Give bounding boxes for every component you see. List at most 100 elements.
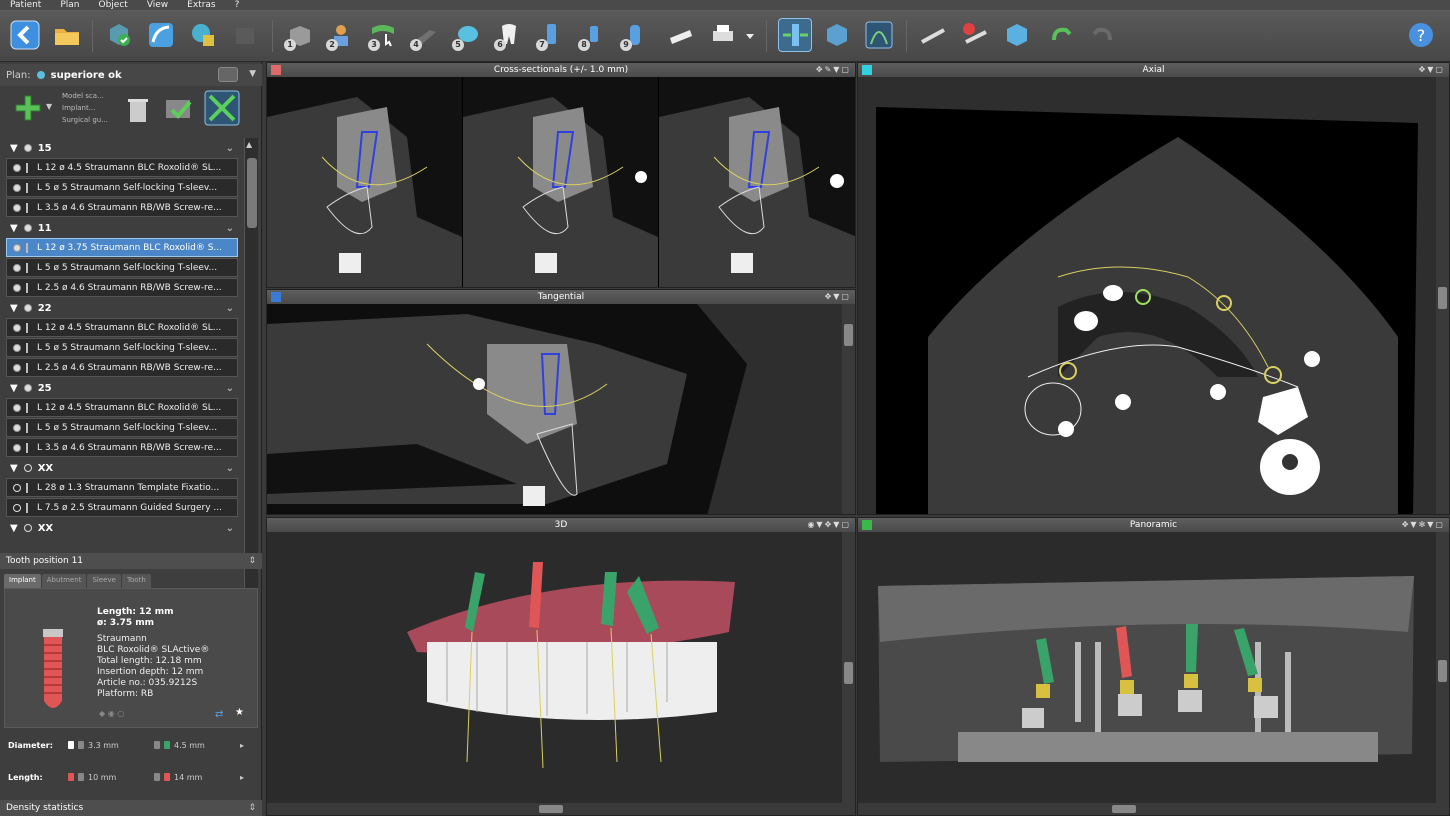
implant-group-header[interactable]: ▼ 22 ⌄	[6, 298, 238, 318]
plan-menu-button[interactable]	[218, 67, 238, 82]
group-visibility-radio[interactable]	[23, 384, 32, 392]
implant-row[interactable]: L 12 ø 3.75 Straumann BLC Roxolid® S...	[6, 238, 238, 257]
item-visibility-radio[interactable]	[13, 323, 21, 332]
implant-row[interactable]: L 5 ø 5 Straumann Self-locking T-sleev..…	[6, 418, 238, 437]
implant-group-header[interactable]: ▼ 25 ⌄	[6, 378, 238, 398]
implant-row[interactable]: L 3.5 ø 4.6 Straumann RB/WB Screw-re...	[6, 198, 238, 217]
length-option-long[interactable]: 14 mm	[154, 773, 240, 782]
tab-abutment[interactable]: Abutment	[41, 574, 87, 588]
tab-sleeve[interactable]: Sleeve	[87, 574, 121, 588]
scrollbar-thumb[interactable]	[844, 662, 853, 684]
group-expand-icon[interactable]: ⌄	[226, 303, 234, 314]
item-visibility-radio[interactable]	[13, 483, 21, 492]
group-expand-icon[interactable]: ⌄	[226, 383, 234, 394]
step-3-button[interactable]: 3	[366, 18, 400, 52]
collapse-caret-icon[interactable]: ▼	[10, 523, 18, 534]
item-visibility-radio[interactable]	[13, 363, 21, 372]
3d-horizontal-scrollbar[interactable]	[267, 803, 855, 815]
group-expand-icon[interactable]: ⌄	[226, 143, 234, 154]
menu-view[interactable]: View	[137, 0, 177, 10]
group-expand-icon[interactable]: ⌄	[226, 463, 234, 474]
implant-row[interactable]: L 5 ø 5 Straumann Self-locking T-sleev..…	[6, 258, 238, 277]
view-controls[interactable]: ✥▼▢	[825, 290, 851, 304]
view-controls[interactable]: ✥▼✻▼▢	[1402, 518, 1445, 532]
axial-view[interactable]: Axial ✥▼▢	[857, 62, 1450, 515]
implant-row[interactable]: L 3.5 ø 4.6 Straumann RB/WB Screw-re...	[6, 438, 238, 457]
tangential-scrollbar[interactable]	[842, 304, 855, 514]
group-visibility-radio[interactable]	[23, 144, 32, 152]
length-option-short[interactable]: 10 mm	[68, 773, 154, 782]
group-visibility-radio[interactable]	[23, 304, 32, 312]
item-visibility-radio[interactable]	[13, 503, 21, 512]
implant-row[interactable]: L 12 ø 4.5 Straumann BLC Roxolid® SL...	[6, 158, 238, 177]
group-visibility-radio[interactable]	[23, 224, 32, 232]
tab-tooth[interactable]: Tooth	[121, 574, 151, 588]
step-9-button[interactable]: 9	[618, 18, 652, 52]
print-button[interactable]	[706, 18, 740, 52]
menu-plan[interactable]: Plan	[50, 0, 88, 10]
small-tool-icons[interactable]: ◆ ◉ ○	[99, 709, 124, 718]
collapse-caret-icon[interactable]: ▼	[10, 143, 18, 154]
arch-button[interactable]	[862, 18, 896, 52]
panoramic-view[interactable]: Panoramic ✥▼✻▼▢	[857, 517, 1450, 816]
implant-group-header[interactable]: ▼ XX ⌄	[6, 518, 238, 538]
menu-extras[interactable]: Extras	[177, 0, 224, 10]
3d-vertical-scrollbar[interactable]	[842, 532, 855, 803]
expand-icon[interactable]: ⇕	[248, 556, 256, 566]
model-check-button[interactable]	[102, 18, 136, 52]
item-visibility-radio[interactable]	[13, 343, 21, 352]
guide-button[interactable]	[664, 18, 698, 52]
panoramic-image[interactable]	[858, 532, 1449, 815]
scrollbar-thumb[interactable]	[1112, 805, 1136, 813]
axial-image[interactable]	[858, 77, 1449, 514]
scroll-up-icon[interactable]: ▲	[246, 140, 252, 149]
scrollbar-thumb[interactable]	[247, 158, 257, 228]
3d-model-button[interactable]	[1000, 18, 1034, 52]
density-statistics-header[interactable]: Density statistics ⇕	[0, 800, 262, 816]
undo-button[interactable]	[1044, 18, 1078, 52]
print-dropdown[interactable]	[742, 18, 758, 52]
implant-row[interactable]: L 2.5 ø 4.6 Straumann RB/WB Screw-re...	[6, 278, 238, 297]
expand-icon[interactable]: ⇕	[248, 803, 256, 813]
globe-tool-button[interactable]	[186, 18, 220, 52]
implant-axis-button[interactable]	[778, 18, 812, 52]
scrollbar-thumb[interactable]	[1438, 287, 1447, 309]
implant-group-header[interactable]: ▼ 11 ⌄	[6, 218, 238, 238]
collapse-caret-icon[interactable]: ▼	[10, 223, 18, 234]
tab-implant[interactable]: Implant	[4, 574, 41, 588]
curve-tool-button[interactable]	[144, 18, 178, 52]
item-visibility-radio[interactable]	[13, 423, 21, 432]
help-button[interactable]: ?	[1404, 18, 1438, 52]
item-visibility-radio[interactable]	[13, 203, 21, 212]
panoramic-vertical-scrollbar[interactable]	[1436, 532, 1449, 803]
guide-view-icon[interactable]	[204, 90, 240, 126]
step-1-button[interactable]: 1	[282, 18, 316, 52]
step-7-button[interactable]: 7	[534, 18, 568, 52]
implant-row[interactable]: L 7.5 ø 2.5 Straumann Guided Surgery ...	[6, 498, 238, 517]
cross-sectional-images[interactable]	[267, 77, 855, 287]
collapse-caret-icon[interactable]: ▼	[10, 463, 18, 474]
scrollbar-thumb[interactable]	[539, 805, 563, 813]
item-visibility-radio[interactable]	[13, 163, 21, 172]
implant-group-header[interactable]: ▼ 15 ⌄	[6, 138, 238, 158]
item-visibility-radio[interactable]	[13, 283, 21, 292]
implant-group-header[interactable]: ▼ XX ⌄	[6, 458, 238, 478]
step-4-button[interactable]: 4	[408, 18, 442, 52]
group-visibility-radio[interactable]	[23, 464, 32, 472]
scrollbar-thumb[interactable]	[1438, 660, 1447, 682]
view-controls[interactable]: ✥▼▢	[1419, 63, 1445, 77]
item-visibility-radio[interactable]	[13, 443, 21, 452]
step-5-button[interactable]: 5	[450, 18, 484, 52]
3d-model-render[interactable]	[267, 532, 855, 815]
3d-view[interactable]: 3D ◉▼✥▼▢	[266, 517, 856, 816]
swap-icon[interactable]: ⇄	[215, 709, 223, 720]
item-visibility-radio[interactable]	[13, 263, 21, 272]
scrollbar-thumb[interactable]	[844, 324, 853, 346]
item-visibility-radio[interactable]	[13, 183, 21, 192]
plan-dropdown-icon[interactable]: ▼	[249, 69, 256, 79]
delete-measure-button[interactable]	[958, 18, 992, 52]
menu-patient[interactable]: Patient	[0, 0, 50, 10]
group-visibility-radio[interactable]	[23, 524, 32, 532]
back-button[interactable]	[8, 18, 42, 52]
collapse-caret-icon[interactable]: ▼	[10, 383, 18, 394]
